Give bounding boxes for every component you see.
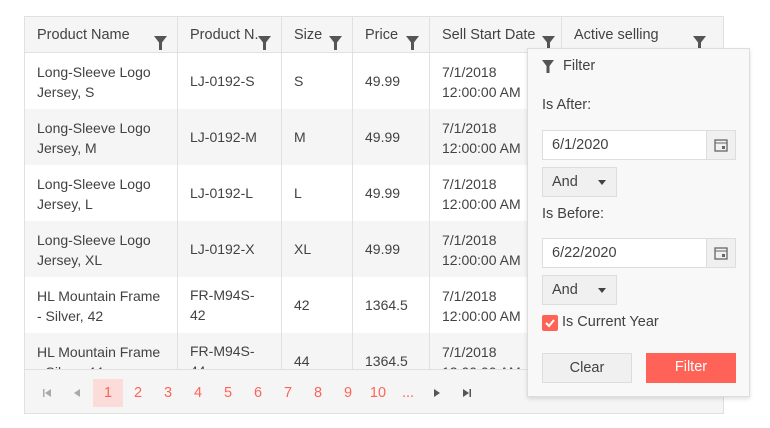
column-header[interactable]: Product N...: [178, 17, 282, 53]
column-title: Sell Start Date: [442, 27, 536, 43]
calendar-icon[interactable]: [706, 131, 735, 159]
logic-value-2: And: [552, 282, 578, 298]
filter-icon: [542, 60, 554, 73]
cell-price: 49.99: [353, 109, 430, 165]
column-title: Size: [294, 27, 323, 43]
page-9[interactable]: 9: [333, 379, 363, 407]
cell-size: 44: [282, 333, 353, 369]
column-title: Product Name: [37, 27, 130, 43]
cell-price: 1364.5: [353, 277, 430, 333]
is-after-label: Is After:: [542, 97, 592, 113]
current-year-checkbox[interactable]: [542, 315, 558, 331]
next-page-icon[interactable]: [427, 379, 447, 407]
cell-size: XL: [282, 221, 353, 277]
is-after-datepicker[interactable]: 6/1/2020: [542, 130, 736, 160]
cell-price: 49.99: [353, 53, 430, 109]
page-6[interactable]: 6: [243, 379, 273, 407]
prev-page-icon[interactable]: [67, 379, 87, 407]
page-5[interactable]: 5: [213, 379, 243, 407]
cell-size: L: [282, 165, 353, 221]
page-more[interactable]: ...: [393, 379, 423, 407]
column-header[interactable]: Price: [353, 17, 430, 53]
column-header[interactable]: Product Name: [25, 17, 178, 53]
page-7[interactable]: 7: [273, 379, 303, 407]
last-page-icon[interactable]: [457, 379, 477, 407]
caret-down-icon: [598, 288, 606, 293]
page-4[interactable]: 4: [183, 379, 213, 407]
logic-value-1: And: [552, 174, 578, 190]
cell-name: HL Mountain Frame - Silver, 42: [25, 277, 178, 333]
calendar-icon[interactable]: [706, 239, 735, 267]
cell-name: Long-Sleeve Logo Jersey, XL: [25, 221, 178, 277]
filter-icon[interactable]: [154, 28, 167, 50]
caret-down-icon: [598, 180, 606, 185]
filter-icon[interactable]: [406, 28, 419, 50]
cell-number: FR-M94S-42: [178, 277, 282, 333]
filter-icon[interactable]: [329, 28, 342, 50]
cell-price: 1364.5: [353, 333, 430, 369]
cell-price: 49.99: [353, 165, 430, 221]
column-header[interactable]: Size: [282, 17, 353, 53]
column-title: Price: [365, 27, 399, 43]
page-2[interactable]: 2: [123, 379, 153, 407]
page-10[interactable]: 10: [363, 379, 393, 407]
filter-icon[interactable]: [258, 28, 271, 50]
clear-button[interactable]: Clear: [542, 353, 632, 383]
cell-size: M: [282, 109, 353, 165]
column-title: Product N...: [190, 27, 267, 43]
column-title: Active selling: [574, 27, 659, 43]
cell-name: Long-Sleeve Logo Jersey, L: [25, 165, 178, 221]
filter-menu: Filter Is After: 6/1/2020 And Is Before:…: [527, 48, 750, 397]
logic-dropdown-2[interactable]: And: [542, 275, 617, 305]
first-page-icon[interactable]: [37, 379, 57, 407]
cell-number: LJ-0192-X: [178, 221, 282, 277]
is-before-datepicker[interactable]: 6/22/2020: [542, 238, 736, 268]
cell-number: LJ-0192-M: [178, 109, 282, 165]
cell-name: HL Mountain Frame - Silver, 44: [25, 333, 178, 369]
cell-name: Long-Sleeve Logo Jersey, M: [25, 109, 178, 165]
is-before-value[interactable]: 6/22/2020: [552, 245, 617, 261]
page-8[interactable]: 8: [303, 379, 333, 407]
cell-number: LJ-0192-L: [178, 165, 282, 221]
cell-number: LJ-0192-S: [178, 53, 282, 109]
cell-name: Long-Sleeve Logo Jersey, S: [25, 53, 178, 109]
page-1[interactable]: 1: [93, 379, 123, 407]
is-before-label: Is Before:: [542, 206, 605, 222]
filter-button[interactable]: Filter: [646, 353, 736, 383]
filter-title: Filter: [563, 58, 596, 74]
cell-number: FR-M94S-44: [178, 333, 282, 369]
cell-size: S: [282, 53, 353, 109]
filter-icon[interactable]: [693, 28, 706, 50]
is-after-value[interactable]: 6/1/2020: [552, 137, 608, 153]
cell-size: 42: [282, 277, 353, 333]
logic-dropdown-1[interactable]: And: [542, 167, 617, 197]
cell-price: 49.99: [353, 221, 430, 277]
current-year-label[interactable]: Is Current Year: [562, 314, 659, 330]
filter-icon[interactable]: [542, 28, 555, 50]
page-3[interactable]: 3: [153, 379, 183, 407]
